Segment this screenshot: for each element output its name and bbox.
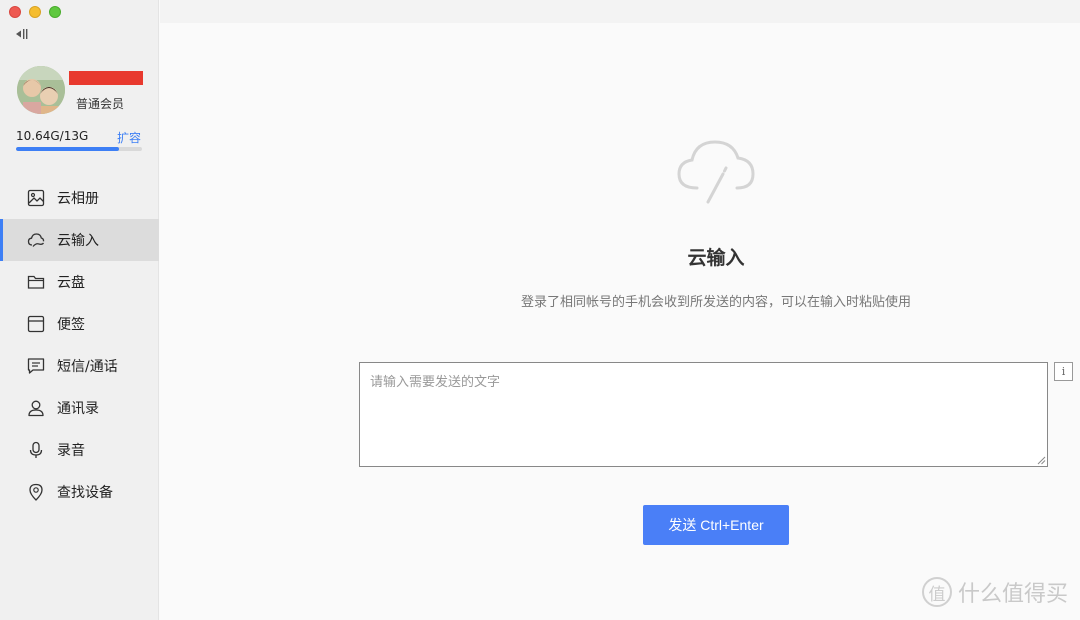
sidebar-item-label: 录音 (57, 443, 85, 459)
message-input[interactable] (360, 363, 1047, 466)
sidebar-item-cloud-album[interactable]: 云相册 (0, 177, 159, 219)
watermark-text: 什么值得买 (957, 582, 1068, 607)
sidebar-item-label: 查找设备 (57, 485, 113, 501)
photo-album-icon (26, 188, 46, 208)
sidebar-nav: 云相册 云输入 云盘 便签 短信/通话 通讯录 录音 查找设备 (0, 177, 159, 513)
cloud-pen-icon (677, 140, 755, 204)
storage-progress-bar (16, 147, 142, 151)
main-content: 云输入 登录了相同帐号的手机会收到所发送的内容，可以在输入时粘贴使用 i 发送 … (160, 0, 1080, 620)
message-icon (26, 356, 46, 376)
username-redacted (69, 71, 143, 85)
sidebar-item-find-device[interactable]: 查找设备 (0, 471, 159, 513)
sidebar-item-label: 云相册 (57, 191, 99, 207)
location-pin-icon (26, 482, 46, 502)
member-level: 普通会员 (76, 97, 125, 111)
sidebar-item-notes[interactable]: 便签 (0, 303, 159, 345)
watermark: 值 什么值得买 (921, 576, 1068, 608)
expand-storage-link[interactable]: 扩容 (117, 129, 141, 146)
sidebar-item-label: 短信/通话 (57, 359, 118, 375)
folder-icon (26, 272, 46, 292)
app-window: 普通会员 10.64G/13G 扩容 云相册 云输入 云盘 便签 短信/通话 通… (0, 0, 1080, 620)
close-window-button[interactable] (9, 6, 21, 18)
sidebar-item-label: 通讯录 (57, 401, 99, 417)
watermark-logo: 值 (921, 577, 952, 607)
storage-progress-fill (16, 147, 120, 151)
sidebar-item-sms-calls[interactable]: 短信/通话 (0, 345, 159, 387)
sidebar-item-cloud-disk[interactable]: 云盘 (0, 261, 159, 303)
send-button[interactable]: 发送 Ctrl+Enter (643, 505, 789, 545)
collapse-sidebar-icon[interactable] (14, 27, 30, 41)
page-title: 云输入 (687, 247, 745, 269)
page-description: 登录了相同帐号的手机会收到所发送的内容，可以在输入时粘贴使用 (520, 295, 911, 310)
window-controls (9, 6, 61, 18)
notes-icon (26, 314, 46, 334)
storage-usage: 10.64G/13G (16, 129, 89, 143)
sidebar-item-label: 云盘 (57, 275, 85, 291)
zoom-window-button[interactable] (49, 6, 61, 18)
title-bar (160, 0, 1080, 23)
sidebar-item-contacts[interactable]: 通讯录 (0, 387, 159, 429)
avatar[interactable] (17, 66, 65, 114)
contacts-icon (26, 398, 46, 418)
sidebar-item-recording[interactable]: 录音 (0, 429, 159, 471)
sidebar: 普通会员 10.64G/13G 扩容 云相册 云输入 云盘 便签 短信/通话 通… (0, 0, 159, 620)
sidebar-item-label: 云输入 (57, 233, 99, 249)
cloud-input-icon (26, 230, 46, 250)
message-input-container (359, 362, 1048, 467)
info-button[interactable]: i (1054, 362, 1073, 381)
minimize-window-button[interactable] (29, 6, 41, 18)
sidebar-item-cloud-input[interactable]: 云输入 (0, 219, 159, 261)
sidebar-item-label: 便签 (57, 317, 85, 333)
microphone-icon (26, 440, 46, 460)
